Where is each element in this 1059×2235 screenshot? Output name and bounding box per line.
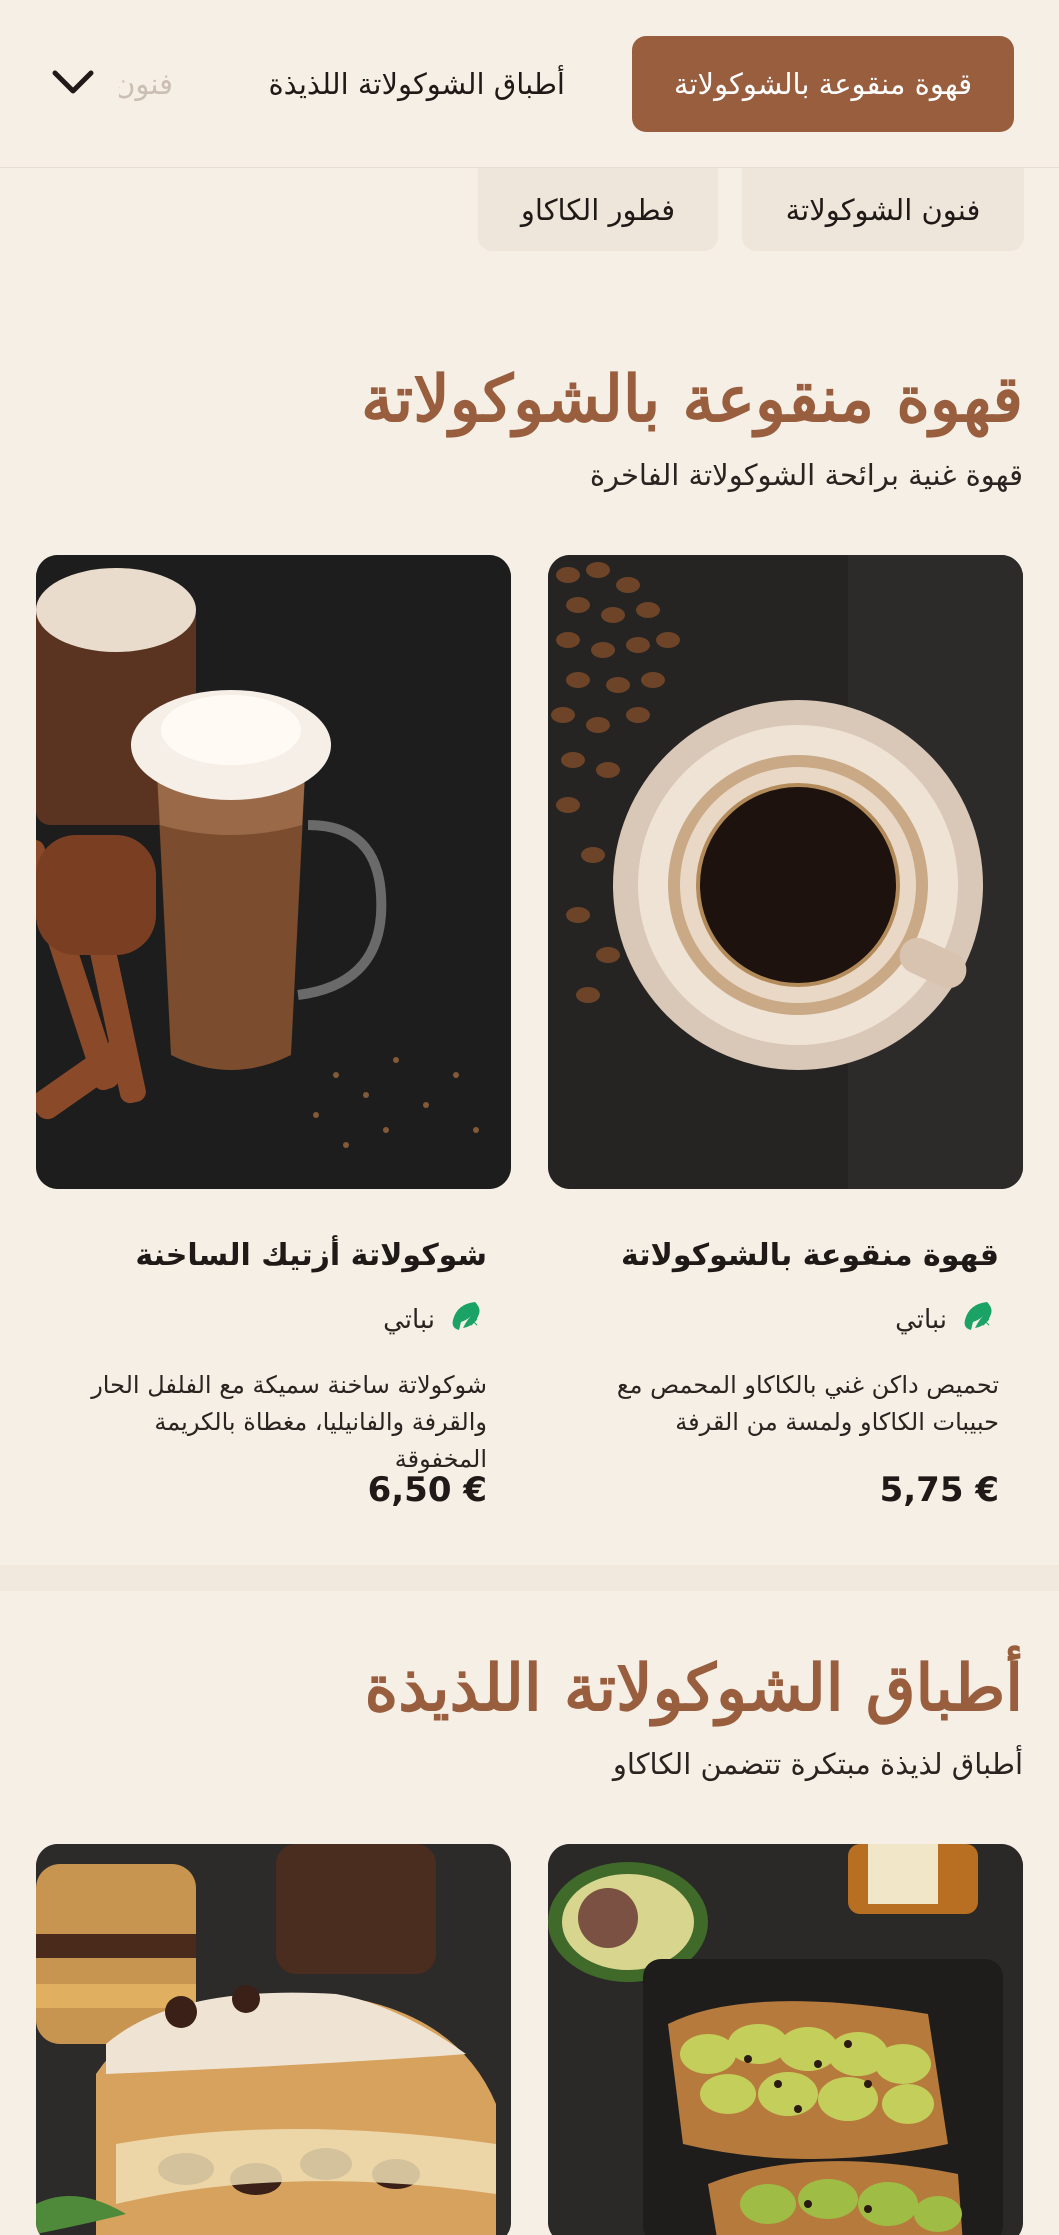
subtab-chocolate-arts[interactable]: فنون الشوكولاتة xyxy=(742,168,1024,251)
vegan-label: نباتي xyxy=(895,1304,947,1335)
product-name-coffee[interactable]: قهوة منقوعة بالشوكولاتة xyxy=(621,1238,999,1273)
product-description-hot-chocolate: شوكولاتة ساخنة سميكة مع الفلفل الحار وال… xyxy=(91,1371,487,1473)
product-name-hot-chocolate[interactable]: شوكولاتة أزتيك الساخنة xyxy=(135,1238,487,1273)
dropdown-chevron-icon[interactable] xyxy=(48,62,98,102)
vegan-leaf-icon: × xyxy=(957,1298,999,1341)
section-title-dishes: أطباق الشوكولاتة اللذيذة xyxy=(364,1651,1023,1726)
tab-partial-label[interactable]: فنون xyxy=(119,36,173,132)
subtab-cacao-breakfast[interactable]: فطور الكاكاو xyxy=(478,168,718,251)
product-description-coffee: تحميص داكن غني بالكاكاو المحمص مع حبيبات… xyxy=(616,1371,999,1436)
section-divider xyxy=(0,1565,1059,1591)
section-subtitle-dishes: أطباق لذيذة مبتكرة تتضمن الكاكاو xyxy=(612,1747,1023,1781)
vegan-badge: × نباتي xyxy=(383,1298,487,1341)
section-title-coffee: قهوة منقوعة بالشوكولاتة xyxy=(361,362,1023,437)
vegan-badge: × نباتي xyxy=(895,1298,999,1341)
vegan-label: نباتي xyxy=(383,1304,435,1335)
product-image-french-toast[interactable] xyxy=(36,1844,511,2235)
vegan-leaf-icon: × xyxy=(445,1298,487,1341)
product-price-coffee: 5,75 € xyxy=(879,1470,999,1510)
product-image-hot-chocolate[interactable] xyxy=(36,555,511,1189)
product-price-hot-chocolate: 6,50 € xyxy=(367,1470,487,1510)
tab-active-label[interactable]: قهوة منقوعة بالشوكولاتة xyxy=(632,36,1014,132)
svg-text:×: × xyxy=(981,1315,991,1329)
product-image-coffee[interactable] xyxy=(548,555,1023,1189)
svg-text:×: × xyxy=(469,1315,479,1329)
section-subtitle-coffee: قهوة غنية برائحة الشوكولاتة الفاخرة xyxy=(589,458,1023,492)
tab-chocolate-dishes-label[interactable]: أطباق الشوكولاتة اللذيذة xyxy=(268,36,565,132)
product-image-avocado-toast[interactable] xyxy=(548,1844,1023,2235)
